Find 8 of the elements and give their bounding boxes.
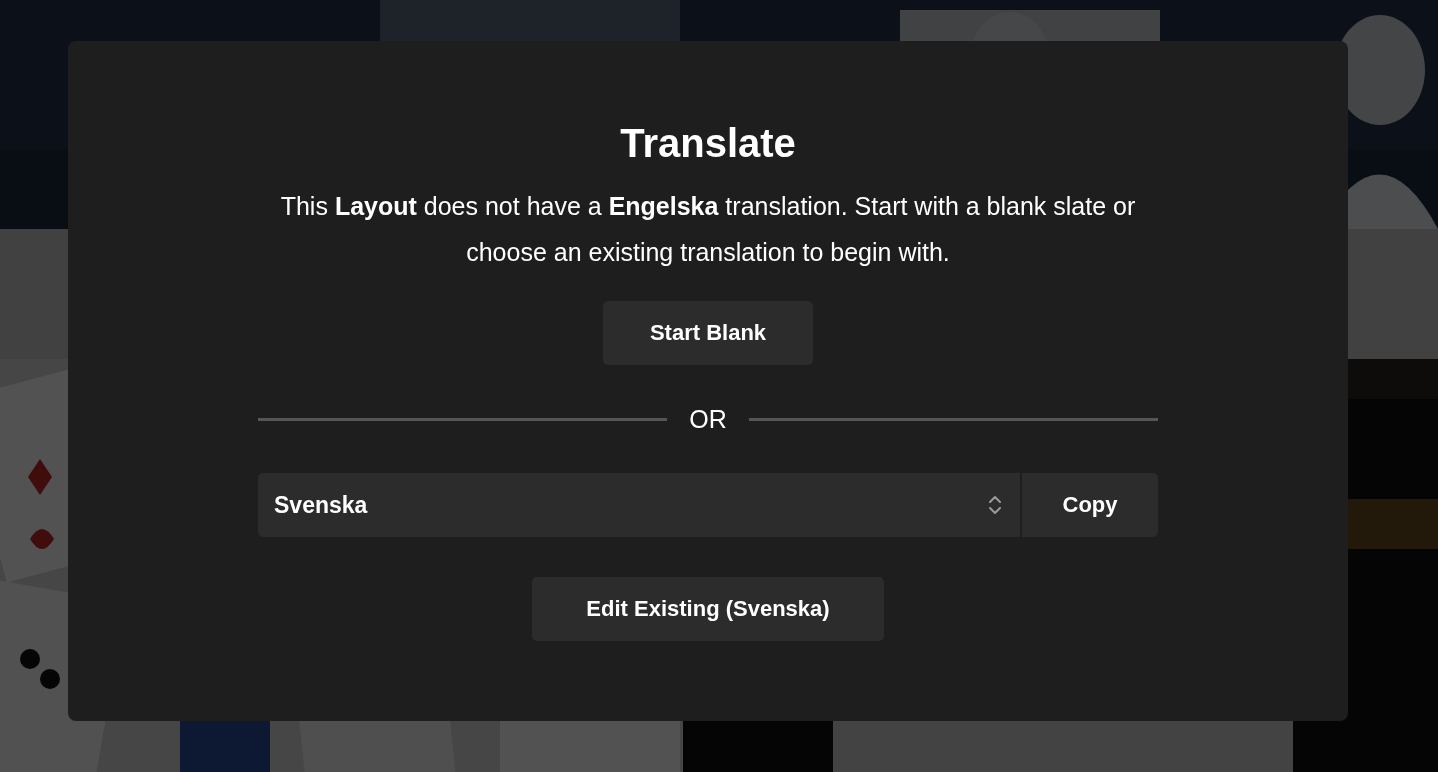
up-down-chevron-icon <box>988 494 1002 516</box>
start-blank-button[interactable]: Start Blank <box>603 301 813 365</box>
language-select[interactable]: Svenska <box>258 473 1020 537</box>
edit-existing-button[interactable]: Edit Existing (Svenska) <box>532 577 884 641</box>
dialog-title: Translate <box>620 120 796 167</box>
dialog-message: This Layout does not have a Engelska translation. Start with a blank slate or choose an existing translation to begin with. <box>279 191 1137 268</box>
copy-button[interactable]: Copy <box>1022 473 1158 537</box>
divider-label: OR <box>689 404 727 435</box>
